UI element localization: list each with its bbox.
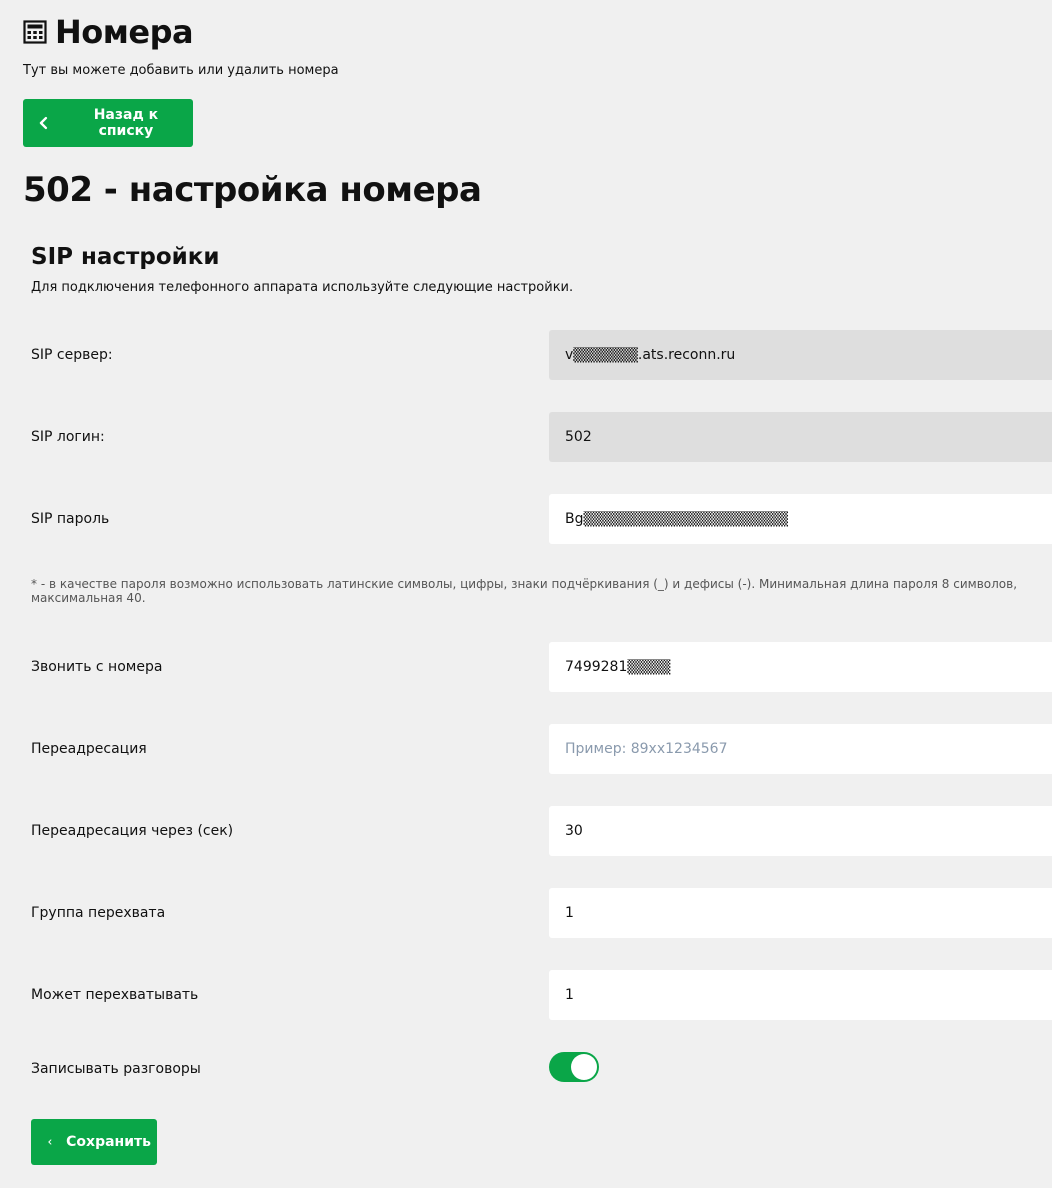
save-button[interactable]: Сохранить (31, 1119, 157, 1165)
redirect-label: Переадресация (31, 741, 147, 757)
pickup-group-label: Группа перехвата (31, 905, 166, 921)
sip-login-field[interactable] (549, 412, 1052, 462)
sip-password-label: SIP пароль (31, 511, 110, 527)
page-subtitle: Тут вы можете добавить или удалить номер… (23, 63, 339, 78)
back-button-label: Назад к списку (93, 107, 159, 139)
save-button-label: Сохранить (66, 1134, 151, 1150)
password-note: * - в качестве пароля возможно использов… (31, 577, 1018, 605)
chevron-left-icon (39, 116, 48, 130)
redirect-delay-field[interactable] (549, 806, 1052, 856)
calculator-icon (23, 20, 47, 44)
redirect-delay-label: Переадресация через (сек) (31, 823, 234, 839)
section-title: 502 - настройка номера (23, 170, 482, 210)
record-calls-label: Записывать разговоры (31, 1061, 201, 1077)
pickup-group-field[interactable] (549, 888, 1052, 938)
page-header: Номера (23, 12, 194, 52)
back-to-list-button[interactable]: Назад к списку (23, 99, 193, 147)
sip-login-label: SIP логин: (31, 429, 105, 445)
sip-server-field[interactable] (549, 330, 1052, 380)
chevron-left-icon (48, 1139, 52, 1145)
sip-server-label: SIP сервер: (31, 347, 113, 363)
call-from-field[interactable] (549, 642, 1052, 692)
can-pickup-label: Может перехватывать (31, 987, 199, 1003)
call-from-label: Звонить с номера (31, 659, 163, 675)
title-row: Номера (23, 12, 194, 52)
redirect-field[interactable] (549, 724, 1052, 774)
can-pickup-field[interactable] (549, 970, 1052, 1020)
sip-settings-title: SIP настройки (31, 244, 220, 270)
page-title: Номера (55, 13, 194, 51)
record-calls-toggle[interactable] (549, 1052, 599, 1082)
toggle-knob (571, 1054, 597, 1080)
sip-settings-description: Для подключения телефонного аппарата исп… (31, 280, 574, 295)
sip-password-field[interactable] (549, 494, 1052, 544)
